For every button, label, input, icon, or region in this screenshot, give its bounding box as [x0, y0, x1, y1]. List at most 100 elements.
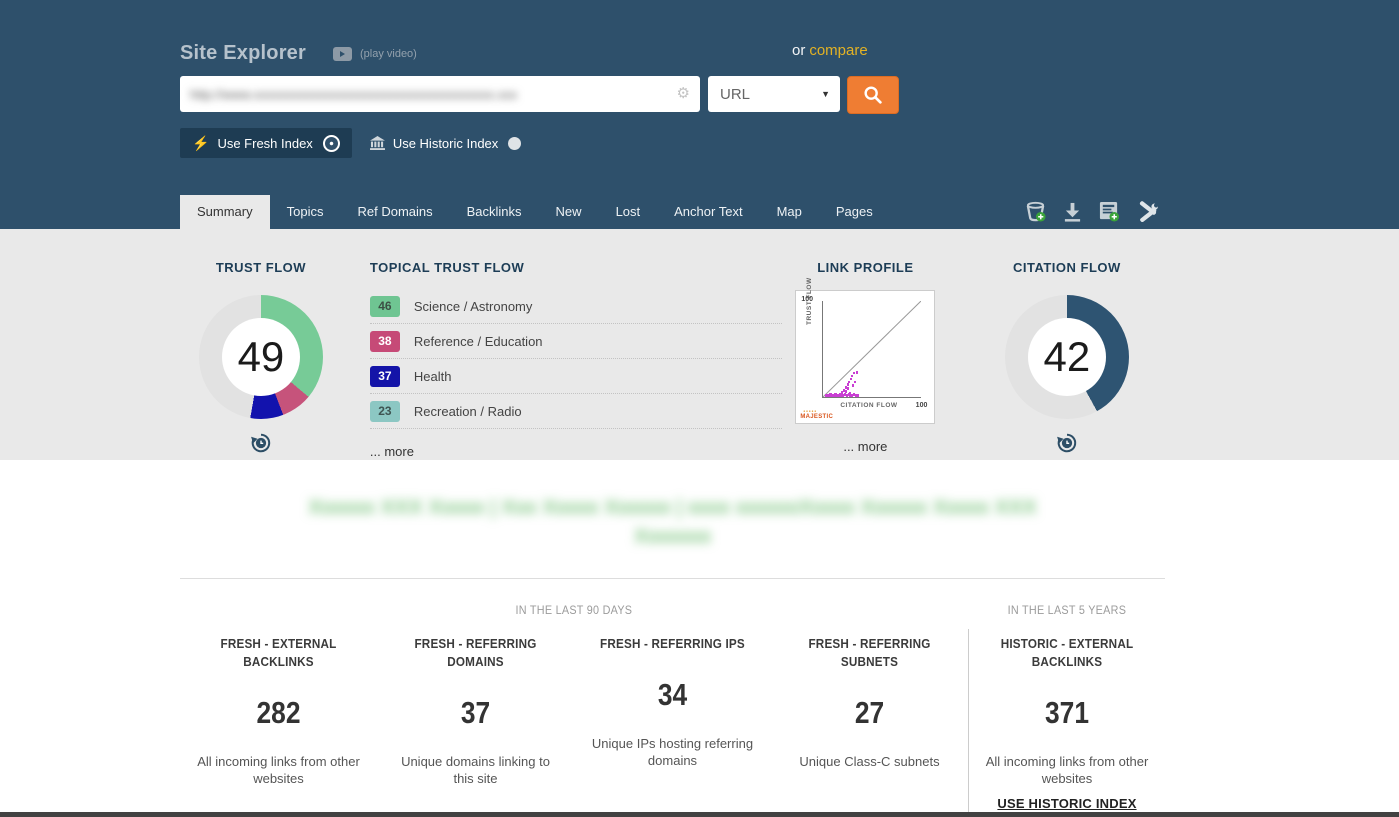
bank-icon: [370, 136, 385, 150]
stat-value: 27: [798, 695, 942, 731]
citation-flow-section: CITATION FLOW 42: [969, 229, 1165, 460]
majestic-logo: •••••MAJESTIC: [800, 410, 833, 420]
stat-column: FRESH - REFERRING SUBNETS 27 Unique Class-…: [771, 629, 968, 814]
tab-topics[interactable]: Topics: [270, 195, 341, 229]
toolbar-icons: [1024, 201, 1159, 222]
create-report-icon[interactable]: [1098, 201, 1120, 222]
magnifier-icon: [862, 84, 884, 106]
scatter-point: [847, 383, 850, 386]
y-axis-title: TRUST FLOW: [806, 277, 813, 325]
stat-title: FRESH - REFERRING DOMAINS: [391, 635, 560, 671]
topic-label: Science / Astronomy: [414, 299, 533, 314]
trust-flow-value: 49: [238, 333, 285, 381]
add-to-bucket-icon[interactable]: [1024, 201, 1047, 222]
stat-title: FRESH - REFERRING IPS: [588, 635, 757, 653]
chevron-down-icon: ▼: [821, 89, 830, 99]
site-title-line1: Xxxxxx XXX Xxxxx | Xxx Xxxxx Xxxxxx | xx…: [180, 493, 1165, 522]
fresh-index-radio[interactable]: [323, 135, 340, 152]
search-value-blurred: http://www.xxxxxxxxxxxxxxxxxxxxxxxxxxxxx…: [190, 87, 517, 102]
tab-map[interactable]: Map: [760, 195, 819, 229]
page-title: Site Explorer: [180, 42, 306, 65]
scatter-point: [847, 387, 850, 390]
topic-score-badge: 46: [370, 296, 400, 317]
citation-flow-heading: CITATION FLOW: [969, 260, 1165, 275]
use-fresh-index-option[interactable]: ⚡ Use Fresh Index: [180, 128, 352, 158]
search-row: http://www.xxxxxxxxxxxxxxxxxxxxxxxxxxxxx…: [180, 76, 899, 114]
scatter-point: [848, 381, 851, 384]
trust-flow-donut: 49: [199, 295, 323, 419]
stat-description: All incoming links from other websites: [194, 753, 363, 787]
use-historic-index-option[interactable]: Use Historic Index: [370, 136, 521, 151]
play-video-link[interactable]: (play video): [360, 48, 417, 60]
trust-flow-history-icon[interactable]: [250, 432, 272, 459]
search-type-select[interactable]: URL ▼: [708, 76, 840, 112]
scatter-point: [850, 378, 853, 381]
tab-anchor-text[interactable]: Anchor Text: [657, 195, 759, 229]
link-profile-chart[interactable]: 100 TRUST FLOW CITATION FLOW 100 •••••MA…: [795, 290, 935, 424]
group-label-90-days: IN THE LAST 90 DAYS: [180, 603, 968, 617]
search-button[interactable]: [847, 76, 899, 114]
link-profile-more-link[interactable]: ... more: [843, 439, 887, 454]
tab-pages[interactable]: Pages: [819, 195, 890, 229]
topical-trust-flow-list: 46 Science / Astronomy 38Reference / Educa…: [370, 289, 782, 429]
download-icon[interactable]: [1063, 201, 1082, 222]
stat-value: 37: [404, 695, 548, 731]
topical-more-link[interactable]: ... more: [370, 444, 414, 459]
citation-flow-value: 42: [1044, 333, 1091, 381]
scatter-point: [854, 381, 857, 384]
scatter-point: [845, 390, 848, 393]
stat-description: All incoming links from other websites: [983, 753, 1151, 787]
topical-row[interactable]: 46 Science / Astronomy: [370, 289, 782, 324]
play-video-icon[interactable]: [333, 47, 352, 61]
site-title-blurred: Xxxxxx XXX Xxxxx | Xxx Xxxxx Xxxxxx | xx…: [180, 493, 1165, 551]
stats-grid: FRESH - EXTERNAL BACKLINKS282All incomin…: [180, 629, 1165, 814]
stat-title: FRESH - EXTERNAL BACKLINKS: [194, 635, 363, 671]
topic-label: Recreation / Radio: [414, 404, 522, 419]
scatter-plot-area: [822, 301, 921, 398]
stat-value: 34: [601, 677, 745, 713]
historic-index-radio[interactable]: [508, 137, 521, 150]
index-toggle-row: ⚡ Use Fresh Index Use Historic Index: [180, 128, 521, 158]
gear-icon[interactable]: ⚙: [677, 84, 690, 102]
search-input[interactable]: http://www.xxxxxxxxxxxxxxxxxxxxxxxxxxxxx…: [180, 76, 700, 112]
link-profile-heading: LINK PROFILE: [782, 260, 949, 275]
tab-summary[interactable]: Summary: [180, 195, 270, 229]
stat-description: Unique domains linking to this site: [391, 753, 560, 787]
header: Site Explorer (play video) or compare ht…: [0, 0, 1399, 229]
stat-value: 371: [996, 695, 1139, 731]
stats-group-labels: IN THE LAST 90 DAYS IN THE LAST 5 YEARS: [180, 603, 1165, 617]
topic-score-badge: 38: [370, 331, 400, 352]
fresh-index-label: Use Fresh Index: [217, 136, 312, 151]
x-axis-max-label: 100: [916, 402, 928, 409]
stat-title: FRESH - REFERRING SUBNETS: [785, 635, 954, 671]
topical-row[interactable]: 38Reference / Education: [370, 324, 782, 359]
scatter-point: [857, 394, 860, 397]
scatter-point: [849, 392, 852, 395]
tab-bar: SummaryTopicsRef DomainsBacklinksNewLost…: [180, 195, 890, 229]
tab-ref-domains[interactable]: Ref Domains: [340, 195, 449, 229]
stat-column: FRESH - EXTERNAL BACKLINKS282All incomin…: [180, 629, 377, 814]
scatter-point: [852, 384, 855, 387]
use-historic-index-link[interactable]: USE HISTORIC INDEX: [997, 796, 1136, 811]
topical-trust-flow-section: TOPICAL TRUST FLOW 46Science / Astronomy…: [370, 229, 782, 460]
site-title-line2: Xxxxxxx: [180, 522, 1165, 551]
link-profile-section: LINK PROFILE 100 TRUST FLOW CITATION FLO…: [782, 229, 949, 460]
tab-backlinks[interactable]: Backlinks: [450, 195, 539, 229]
scatter-point: [856, 371, 859, 374]
scatter-point: [851, 375, 854, 378]
title-row: Site Explorer (play video): [180, 42, 417, 65]
stat-description: Unique Class-C subnets: [785, 753, 954, 770]
compare-link[interactable]: compare: [809, 42, 867, 59]
stat-description: Unique IPs hosting referring domains: [588, 735, 757, 769]
stat-column: FRESH - REFERRING IPS 34 Unique IPs hostin…: [574, 629, 771, 814]
group-label-5-years: IN THE LAST 5 YEARS: [968, 603, 1165, 617]
citation-flow-donut: 42: [1005, 295, 1129, 419]
tab-lost[interactable]: Lost: [599, 195, 658, 229]
diagonal-reference-line: [823, 301, 921, 397]
compare-row: or compare: [792, 42, 868, 59]
tab-new[interactable]: New: [539, 195, 599, 229]
citation-flow-history-icon[interactable]: [1056, 432, 1078, 459]
tools-icon[interactable]: [1136, 201, 1159, 222]
topical-row[interactable]: 23Recreation / Radio: [370, 394, 782, 429]
topical-row[interactable]: 37Health: [370, 359, 782, 394]
